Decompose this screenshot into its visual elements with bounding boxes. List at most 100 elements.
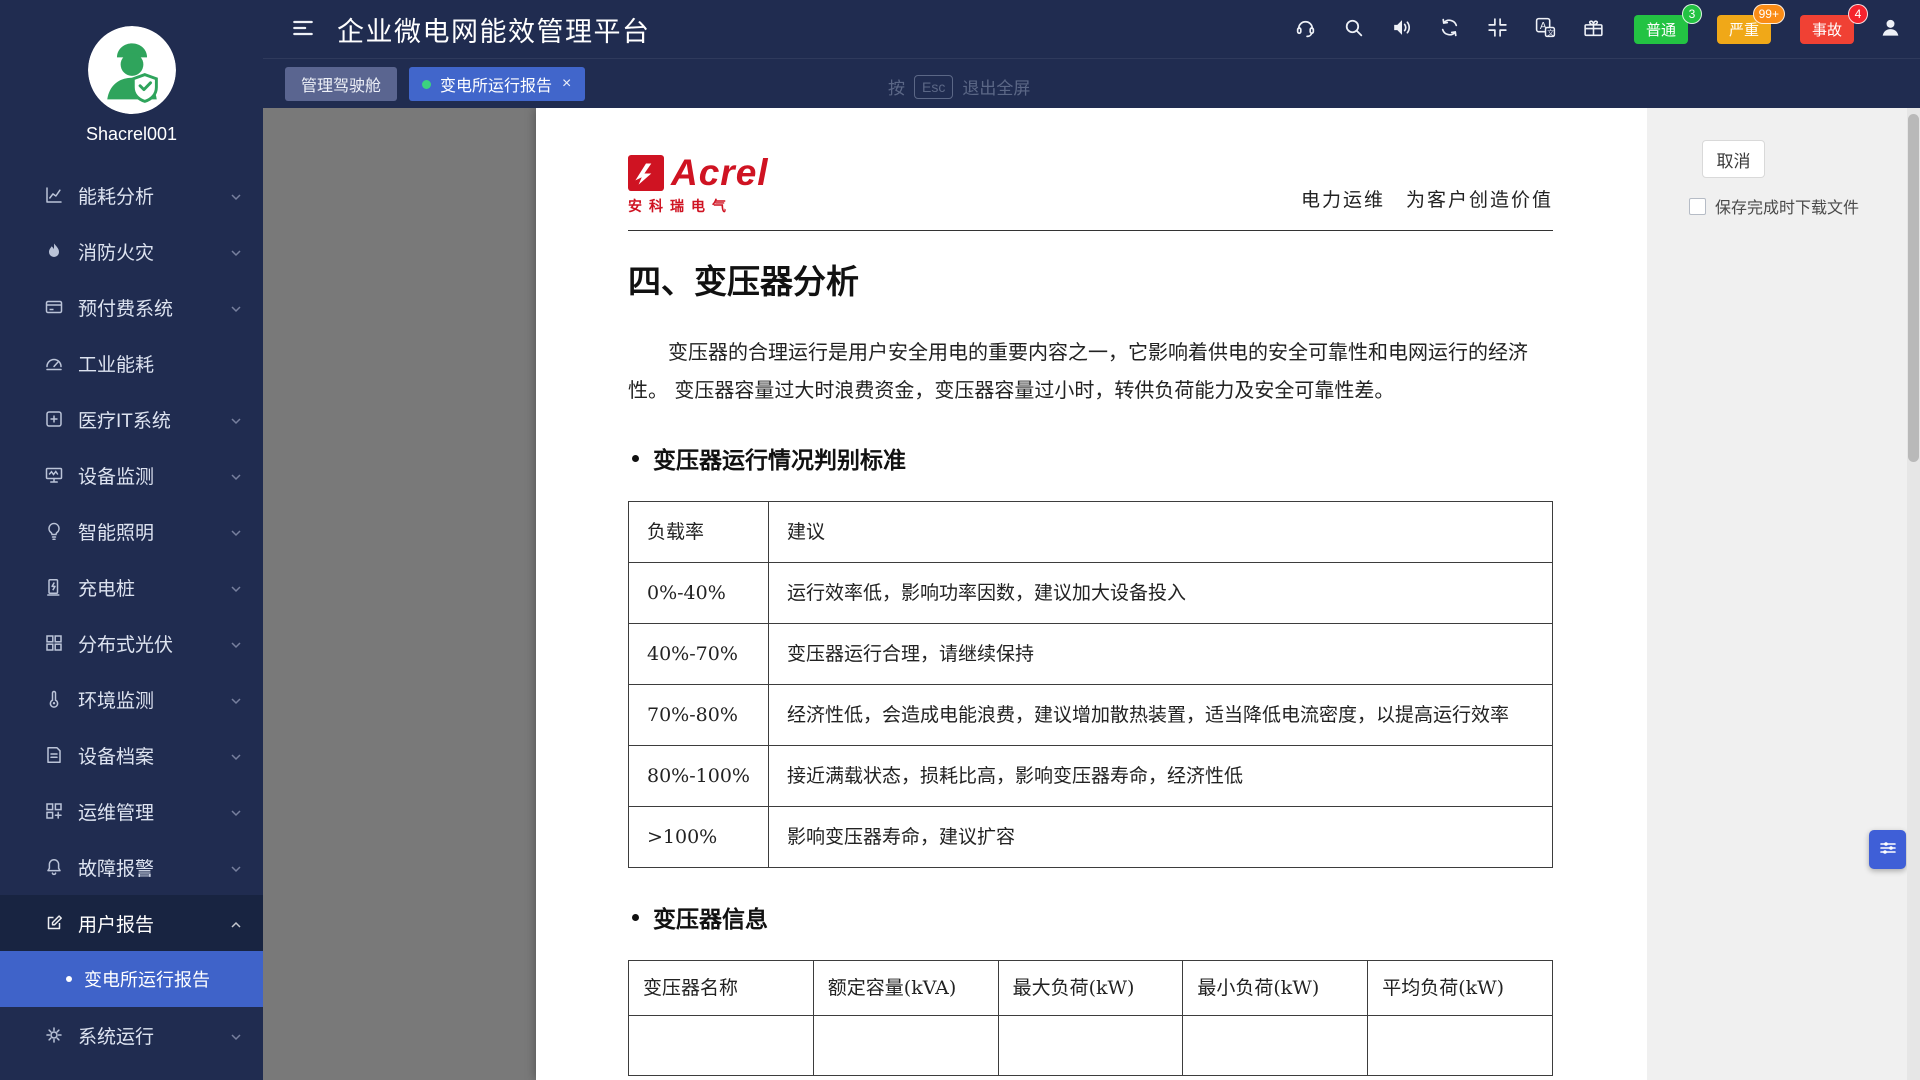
gear-icon bbox=[44, 1025, 64, 1045]
brand-subtitle: 安科瑞电气 bbox=[628, 196, 769, 216]
alarm-normal-button[interactable]: 普通 3 bbox=[1634, 15, 1688, 44]
sidebar-item-fire-safety[interactable]: 消防火灾 bbox=[0, 223, 263, 279]
grid-plus-icon bbox=[44, 801, 64, 821]
table-row: 80%-100% 接近满载状态，损耗比高，影响变压器寿命，经济性低 bbox=[629, 746, 1553, 807]
bell-icon bbox=[44, 857, 64, 877]
sidebar-item-device-archive[interactable]: 设备档案 bbox=[0, 727, 263, 783]
dashboard-button[interactable]: 管理驾驶舱 bbox=[285, 67, 397, 101]
table-header-row: 变压器名称 额定容量(kVA) 最大负荷(kW) 最小负荷(kW) 平均负荷(k… bbox=[629, 961, 1553, 1016]
table-row: 40%-70% 变压器运行合理，请继续保持 bbox=[629, 624, 1553, 685]
sidebar-item-device-monitoring[interactable]: 设备监测 bbox=[0, 447, 263, 503]
chevron-down-icon bbox=[229, 1028, 243, 1042]
sidebar-subitem-substation-report[interactable]: 变电所运行报告 bbox=[0, 951, 263, 1007]
topbar-actions: A文 普通 3 严重 99+ 事故 4 bbox=[1294, 15, 1902, 44]
sidebar-item-environment-monitoring[interactable]: 环境监测 bbox=[0, 671, 263, 727]
info-heading: 变压器信息 bbox=[628, 900, 1553, 934]
alarm-accident-count: 4 bbox=[1848, 4, 1868, 24]
exit-fullscreen-button[interactable] bbox=[1486, 16, 1509, 42]
chevron-down-icon bbox=[229, 524, 243, 538]
sidebar-item-system-run[interactable]: 系统运行 bbox=[0, 1007, 263, 1063]
tab-label: 变电所运行报告 bbox=[440, 72, 552, 96]
translate-button[interactable]: A文 bbox=[1534, 16, 1557, 42]
alarm-normal-count: 3 bbox=[1682, 4, 1702, 24]
brand-tagline: 电力运维 为客户创造价值 bbox=[1301, 185, 1553, 216]
charging-station-icon bbox=[44, 577, 64, 597]
brand-name: Acrel bbox=[671, 152, 769, 194]
chevron-down-icon bbox=[229, 860, 243, 874]
username: Shacrel001 bbox=[0, 124, 263, 145]
cancel-button[interactable]: 取消 bbox=[1702, 140, 1765, 178]
chevron-down-icon bbox=[229, 692, 243, 706]
scrollbar-thumb[interactable] bbox=[1908, 114, 1919, 462]
criteria-heading: 变压器运行情况判别标准 bbox=[628, 441, 1553, 475]
sidebar-item-industrial-energy[interactable]: 工业能耗 bbox=[0, 335, 263, 391]
chevron-down-icon bbox=[229, 636, 243, 650]
acrel-logo-icon bbox=[628, 155, 664, 191]
download-checkbox[interactable] bbox=[1689, 198, 1706, 215]
transformer-info-table: 变压器名称 额定容量(kVA) 最大负荷(kW) 最小负荷(kW) 平均负荷(k… bbox=[628, 960, 1553, 1076]
report-header: Acrel 安科瑞电气 电力运维 为客户创造价值 bbox=[628, 152, 1553, 216]
thermometer-icon bbox=[44, 689, 64, 709]
refresh-button[interactable] bbox=[1438, 16, 1461, 42]
volume-button[interactable] bbox=[1390, 16, 1413, 42]
sidebar-item-fault-alarm[interactable]: 故障报警 bbox=[0, 839, 263, 895]
subitem-label: 变电所运行报告 bbox=[84, 966, 210, 992]
scrollbar[interactable] bbox=[1907, 108, 1920, 1080]
bullet-dot bbox=[632, 914, 639, 921]
bulb-icon bbox=[44, 521, 64, 541]
hint-suffix: 退出全屏 bbox=[962, 74, 1030, 99]
sidebar-item-energy-analysis[interactable]: 能耗分析 bbox=[0, 167, 263, 223]
save-panel: 取消 保存完成时下载文件 bbox=[1647, 108, 1920, 1080]
profile-button[interactable] bbox=[1879, 16, 1902, 42]
tab-substation-report[interactable]: 变电所运行报告 × bbox=[409, 67, 585, 101]
header-rule bbox=[628, 230, 1553, 231]
search-icon bbox=[1342, 16, 1365, 42]
intro-paragraph: 变压器的合理运行是用户安全用电的重要内容之一，它影响着供电的安全可靠性和电网运行… bbox=[628, 333, 1553, 409]
chevron-down-icon bbox=[229, 580, 243, 594]
pv-grid-icon bbox=[44, 633, 64, 653]
chevron-down-icon bbox=[229, 804, 243, 818]
gift-icon bbox=[1582, 16, 1605, 42]
close-icon[interactable]: × bbox=[561, 75, 572, 93]
sliders-icon bbox=[1878, 838, 1898, 861]
bullet-dot bbox=[66, 976, 72, 982]
speaker-icon bbox=[1390, 16, 1413, 42]
settings-float-button[interactable] bbox=[1869, 830, 1906, 869]
download-option[interactable]: 保存完成时下载文件 bbox=[1689, 194, 1859, 218]
chevron-down-icon bbox=[229, 244, 243, 258]
menu-collapse-button[interactable] bbox=[291, 16, 315, 43]
service-button[interactable] bbox=[1294, 16, 1317, 42]
avatar[interactable] bbox=[88, 26, 176, 114]
sidebar-item-charging-pile[interactable]: 充电桩 bbox=[0, 559, 263, 615]
sidebar-item-smart-lighting[interactable]: 智能照明 bbox=[0, 503, 263, 559]
chevron-down-icon bbox=[229, 748, 243, 762]
prepaid-card-icon bbox=[44, 297, 64, 317]
monitor-icon bbox=[44, 465, 64, 485]
sidebar-item-prepaid-system[interactable]: 预付费系统 bbox=[0, 279, 263, 335]
headset-icon bbox=[1294, 16, 1317, 42]
flame-icon bbox=[44, 241, 64, 261]
alarm-severe-button[interactable]: 严重 99+ bbox=[1717, 15, 1771, 44]
sidebar: Shacrel001 能耗分析 消防火灾 预付费系统 工业能耗 bbox=[0, 0, 263, 1080]
main-area: 企业微电网能效管理平台 A文 bbox=[263, 0, 1920, 1080]
alarm-accident-button[interactable]: 事故 4 bbox=[1800, 15, 1854, 44]
search-button[interactable] bbox=[1342, 16, 1365, 42]
report-page: Acrel 安科瑞电气 电力运维 为客户创造价值 四、变压器分析 变压器的合理运… bbox=[536, 108, 1647, 1080]
alarm-severe-count: 99+ bbox=[1753, 4, 1785, 24]
content-area: Acrel 安科瑞电气 电力运维 为客户创造价值 四、变压器分析 变压器的合理运… bbox=[263, 108, 1920, 1080]
sidebar-item-user-report[interactable]: 用户报告 bbox=[0, 895, 263, 951]
sidebar-menu: 能耗分析 消防火灾 预付费系统 工业能耗 医疗IT系统 bbox=[0, 167, 263, 1080]
topbar: 企业微电网能效管理平台 A文 bbox=[263, 0, 1920, 58]
svg-text:文: 文 bbox=[1547, 28, 1554, 37]
sidebar-item-medical-it[interactable]: 医疗IT系统 bbox=[0, 391, 263, 447]
line-chart-icon bbox=[44, 185, 64, 205]
chevron-down-icon bbox=[229, 468, 243, 482]
acrel-logo: Acrel 安科瑞电气 bbox=[628, 152, 769, 216]
esc-keycap: Esc bbox=[914, 75, 953, 99]
archive-doc-icon bbox=[44, 745, 64, 765]
sidebar-item-distributed-pv[interactable]: 分布式光伏 bbox=[0, 615, 263, 671]
theme-button[interactable] bbox=[1582, 16, 1605, 42]
chevron-up-icon bbox=[229, 916, 243, 930]
sidebar-item-om-management[interactable]: 运维管理 bbox=[0, 783, 263, 839]
tab-status-dot bbox=[422, 80, 431, 89]
